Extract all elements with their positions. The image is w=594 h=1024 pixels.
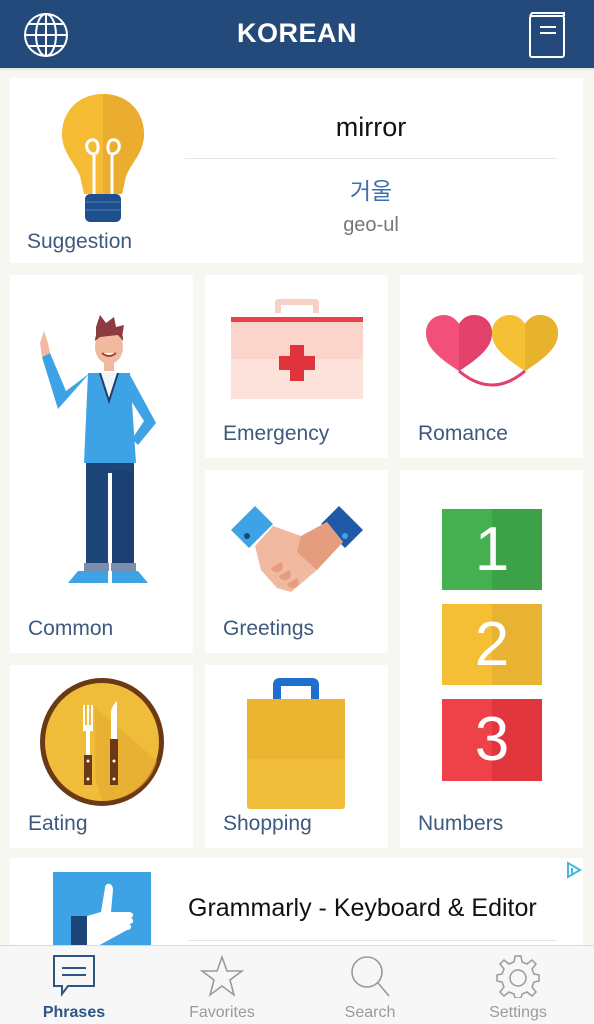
number-block-1: 1 [442,509,542,590]
tab-label: Favorites [189,1004,255,1021]
lightbulb-icon [62,94,144,222]
magnifier-icon [351,956,390,997]
top-bar: KOREAN [0,0,594,70]
divider [188,940,557,941]
number-block-2: 2 [442,604,542,685]
adchoices-icon[interactable] [563,860,583,880]
chat-bubble-icon [53,955,95,997]
category-shopping[interactable]: Shopping [205,665,388,848]
category-greetings[interactable]: Greetings [205,470,388,653]
tab-settings[interactable]: Settings [444,946,592,1024]
category-emergency[interactable]: Emergency [205,275,388,458]
tab-bar: Phrases Favorites Search Settings [0,945,594,1024]
ad-thumbnail[interactable] [53,872,151,952]
numbers-icon: 1 2 3 [442,509,542,781]
suggestion-translation: 거울 [349,178,393,204]
tab-label: Settings [489,1004,547,1021]
page-title: KOREAN [236,18,357,48]
suggestion-romanization: geo-ul [343,214,399,236]
divider [185,158,557,159]
category-label: Romance [418,422,508,445]
category-numbers[interactable]: 1 2 3 Numbers [400,470,583,848]
category-label: Emergency [223,422,330,445]
handshake-icon [231,506,363,592]
suggestion-word: mirror [335,112,407,142]
category-label: Greetings [223,617,315,640]
category-label: Eating [28,812,88,835]
category-label: Numbers [418,812,504,835]
category-romance[interactable]: Romance [400,275,583,458]
thumbs-up-icon [71,883,134,952]
star-icon [200,954,244,998]
heart-balloons-icon [426,315,558,387]
category-label: Common [28,617,114,640]
category-label: Shopping [223,812,312,835]
suggestion-card[interactable]: Suggestion mirror 거울 geo-ul [10,78,583,263]
shopping-bag-icon [247,678,345,809]
fork-knife-icon [40,678,164,806]
gear-icon [496,955,540,998]
suggestion-label: Suggestion [27,230,133,253]
category-common[interactable]: Common [10,275,193,653]
tab-label: Search [344,1004,396,1021]
person-icon [40,315,156,583]
first-aid-kit-icon [231,299,363,399]
ad-title[interactable]: Grammarly - Keyboard & Editor [188,894,537,923]
tab-favorites[interactable]: Favorites [148,946,296,1024]
category-eating[interactable]: Eating [10,665,193,848]
number-block-3: 3 [442,699,542,781]
book-icon[interactable] [527,11,567,59]
tab-search[interactable]: Search [296,946,444,1024]
tab-phrases[interactable]: Phrases [0,946,148,1024]
ad-banner[interactable]: Grammarly - Keyboard & Editor [10,858,583,952]
tab-label: Phrases [42,1004,106,1021]
